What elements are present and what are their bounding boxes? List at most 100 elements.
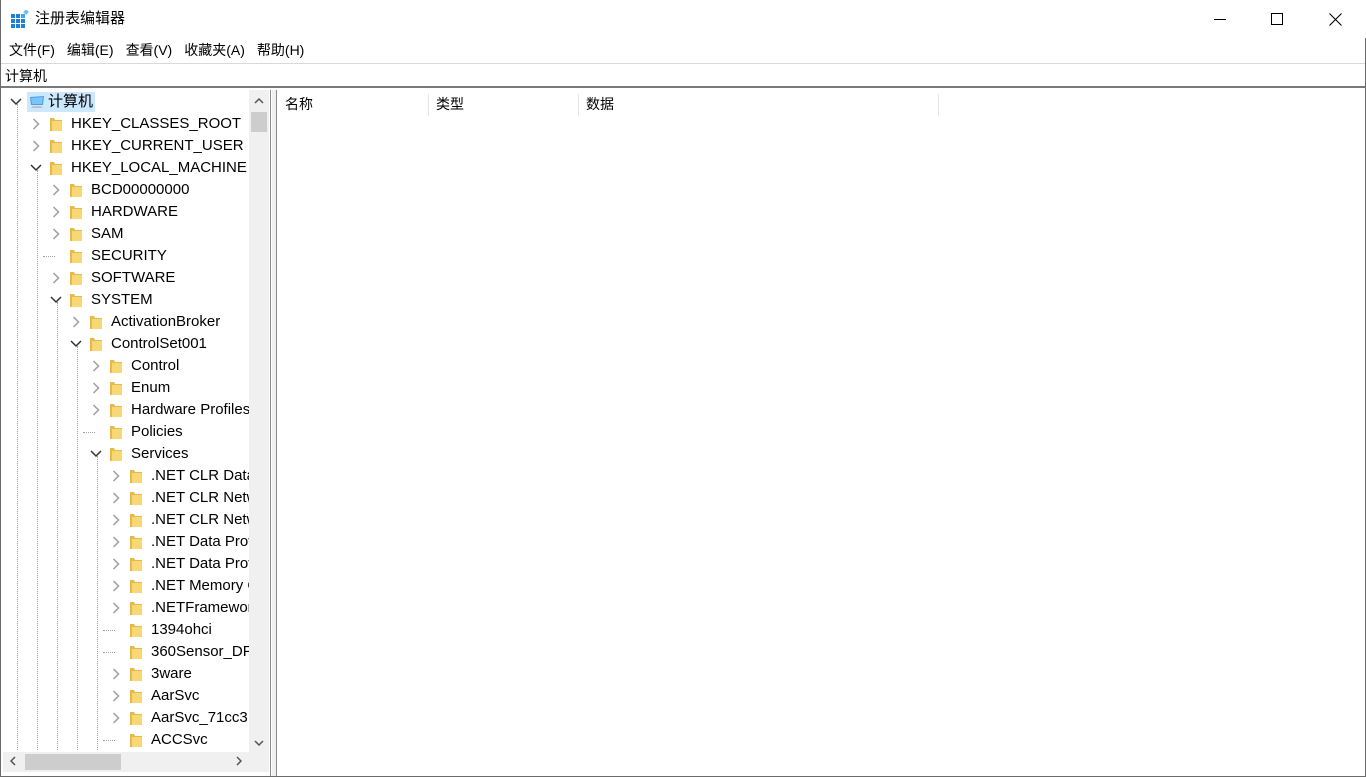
tree-node[interactable]: .NET Data Provider for Oracle bbox=[109, 531, 249, 553]
chevron-right-icon[interactable] bbox=[109, 557, 123, 571]
scroll-down-button[interactable] bbox=[249, 732, 269, 752]
pane-splitter[interactable] bbox=[272, 90, 277, 776]
chevron-right-icon[interactable] bbox=[49, 183, 63, 197]
chevron-right-icon[interactable] bbox=[89, 381, 103, 395]
tree-node[interactable]: .NET Memory Cache 4.0 bbox=[109, 575, 249, 597]
folder-icon bbox=[109, 446, 123, 462]
tree-horizontal-scrollbar[interactable] bbox=[3, 752, 249, 772]
tree-node[interactable]: ControlSet001 bbox=[69, 333, 207, 355]
tree-node[interactable]: .NETFramework bbox=[109, 597, 249, 619]
tree-node[interactable]: Hardware Profiles bbox=[89, 399, 249, 421]
tree-node-label: HKEY_LOCAL_MACHINE bbox=[71, 159, 247, 176]
tree-node-computer[interactable]: 计算机 bbox=[9, 91, 96, 113]
minimize-button[interactable] bbox=[1191, 0, 1249, 38]
tree-node[interactable]: Policies bbox=[89, 421, 183, 443]
chevron-right-icon[interactable] bbox=[49, 205, 63, 219]
tree-node-label: .NETFramework bbox=[151, 599, 249, 616]
tree-node[interactable]: .NET CLR Networking bbox=[109, 487, 249, 509]
chevron-right-icon[interactable] bbox=[29, 139, 43, 153]
tree-node[interactable]: ACCSvc bbox=[109, 729, 208, 750]
chevron-right-icon[interactable] bbox=[109, 601, 123, 615]
menu-view[interactable]: 查看(V) bbox=[120, 39, 179, 61]
tree-node[interactable]: BCD00000000 bbox=[49, 179, 189, 201]
chevron-down-icon[interactable] bbox=[29, 161, 43, 175]
tree-node-label: SECURITY bbox=[91, 247, 167, 264]
address-path[interactable]: 计算机 bbox=[5, 67, 47, 85]
chevron-right-icon[interactable] bbox=[29, 117, 43, 131]
tree-node-label: .NET Data Provider for Oracle bbox=[151, 533, 249, 550]
close-button[interactable] bbox=[1306, 0, 1364, 38]
chevron-right-icon[interactable] bbox=[69, 315, 83, 329]
chevron-down-icon[interactable] bbox=[69, 337, 83, 351]
tree-node[interactable]: HARDWARE bbox=[49, 201, 178, 223]
menu-bar: 文件(F) 编辑(E) 查看(V) 收藏夹(A) 帮助(H) bbox=[1, 38, 1366, 62]
tree-node[interactable]: .NET CLR Data bbox=[109, 465, 249, 487]
tree-node[interactable]: HKEY_CLASSES_ROOT bbox=[29, 113, 241, 135]
chevron-down-icon[interactable] bbox=[49, 293, 63, 307]
tree-node[interactable]: Services bbox=[89, 443, 189, 465]
folder-icon bbox=[129, 600, 143, 616]
tree-node[interactable]: SOFTWARE bbox=[49, 267, 175, 289]
chevron-right-icon[interactable] bbox=[109, 513, 123, 527]
leaf-spacer bbox=[109, 645, 123, 659]
tree-node[interactable]: 3ware bbox=[109, 663, 192, 685]
chevron-right-icon[interactable] bbox=[109, 491, 123, 505]
leaf-spacer bbox=[109, 623, 123, 637]
folder-icon bbox=[109, 358, 123, 374]
menu-edit[interactable]: 编辑(E) bbox=[61, 39, 120, 61]
chevron-right-icon[interactable] bbox=[109, 535, 123, 549]
scroll-up-button[interactable] bbox=[249, 90, 269, 110]
address-bar[interactable]: 计算机 bbox=[1, 63, 1365, 88]
chevron-down-icon[interactable] bbox=[89, 447, 103, 461]
chevron-right-icon[interactable] bbox=[109, 667, 123, 681]
tree-node[interactable]: .NET Data Provider for SqlServer bbox=[109, 553, 249, 575]
folder-icon bbox=[129, 490, 143, 506]
tree-node[interactable]: Enum bbox=[89, 377, 170, 399]
column-header-data[interactable]: 数据 bbox=[579, 94, 939, 116]
tree-node[interactable]: HKEY_CURRENT_USER bbox=[29, 135, 244, 157]
scroll-left-button[interactable] bbox=[3, 752, 23, 772]
tree-node[interactable]: Control bbox=[89, 355, 179, 377]
column-header-name[interactable]: 名称 bbox=[278, 94, 429, 116]
folder-icon bbox=[129, 534, 143, 550]
scroll-right-button[interactable] bbox=[229, 752, 249, 772]
chevron-right-icon[interactable] bbox=[49, 271, 63, 285]
tree-node[interactable]: AarSvc_71cc3 bbox=[109, 707, 248, 729]
tree-node[interactable]: SYSTEM bbox=[49, 289, 153, 311]
chevron-right-icon[interactable] bbox=[89, 359, 103, 373]
vertical-scroll-thumb[interactable] bbox=[251, 112, 267, 132]
tree-node[interactable]: 1394ohci bbox=[109, 619, 212, 641]
tree-node[interactable]: SECURITY bbox=[49, 245, 167, 267]
horizontal-scroll-thumb[interactable] bbox=[25, 754, 121, 770]
menu-favorites[interactable]: 收藏夹(A) bbox=[178, 39, 251, 61]
folder-icon bbox=[129, 666, 143, 682]
tree-node[interactable]: SAM bbox=[49, 223, 124, 245]
chevron-down-icon[interactable] bbox=[9, 95, 23, 109]
tree-node[interactable]: ActivationBroker bbox=[69, 311, 220, 333]
tree-node[interactable]: 360Sensor_DF bbox=[109, 641, 249, 663]
folder-icon bbox=[129, 622, 143, 638]
tree-node-label: 计算机 bbox=[48, 93, 94, 110]
list-header: 名称 类型 数据 bbox=[278, 90, 1365, 118]
folder-icon bbox=[49, 160, 63, 176]
chevron-right-icon[interactable] bbox=[109, 469, 123, 483]
menu-help[interactable]: 帮助(H) bbox=[251, 39, 310, 61]
maximize-button[interactable] bbox=[1248, 0, 1306, 38]
chevron-right-icon[interactable] bbox=[109, 579, 123, 593]
column-header-type[interactable]: 类型 bbox=[429, 94, 579, 116]
chevron-right-icon[interactable] bbox=[89, 403, 103, 417]
chevron-right-icon[interactable] bbox=[49, 227, 63, 241]
tree-node-label: Control bbox=[131, 357, 180, 374]
tree-node[interactable]: HKEY_LOCAL_MACHINE bbox=[29, 157, 247, 179]
tree-node[interactable]: AarSvc bbox=[109, 685, 199, 707]
folder-icon bbox=[69, 292, 83, 308]
tree-node[interactable]: .NET CLR Networking 4.0.0.0 bbox=[109, 509, 249, 531]
tree-node-label: SYSTEM bbox=[91, 291, 153, 308]
tree-node-label: 1394ohci bbox=[151, 621, 212, 638]
chevron-right-icon[interactable] bbox=[109, 711, 123, 725]
folder-icon bbox=[109, 424, 123, 440]
menu-file[interactable]: 文件(F) bbox=[3, 39, 61, 61]
folder-icon bbox=[129, 578, 143, 594]
chevron-right-icon[interactable] bbox=[109, 689, 123, 703]
tree-vertical-scrollbar[interactable] bbox=[249, 90, 269, 752]
